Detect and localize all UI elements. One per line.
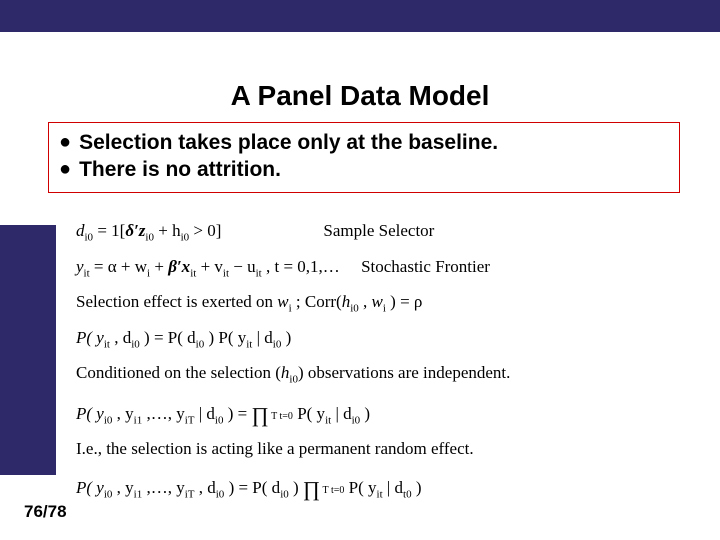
slide: A Panel Data Model ● Selection takes pla… xyxy=(0,0,720,540)
bullet-text-2: There is no attrition. xyxy=(79,156,281,183)
eq-conditioned-text: Conditioned on the selection (hi0) obser… xyxy=(76,359,686,389)
slide-title: A Panel Data Model xyxy=(0,80,720,112)
eq-product-2: P( yi0 , yi1 ,…, yiT , di0 ) = P( di0 ) … xyxy=(76,469,686,504)
eq-ie-text: I.e., the selection is acting like a per… xyxy=(76,435,686,463)
eq-joint-prob: P( yit , di0 ) = P( di0 ) P( yit | di0 ) xyxy=(76,324,686,354)
highlight-box: ● Selection takes place only at the base… xyxy=(48,122,680,193)
bullet-dot-icon: ● xyxy=(59,156,71,183)
label-sample-selector: Sample Selector xyxy=(323,221,434,240)
bullet-item-2: ● There is no attrition. xyxy=(59,156,669,183)
bullet-item-1: ● Selection takes place only at the base… xyxy=(59,129,669,156)
label-stochastic-frontier: Stochastic Frontier xyxy=(361,257,490,276)
page-number: 76/78 xyxy=(24,502,67,522)
product-icon: ∏ xyxy=(251,403,268,427)
eq-product-1: P( yi0 , yi1 ,…, yiT | di0 ) = ∏ T t=0 P… xyxy=(76,395,686,430)
top-accent-bar xyxy=(0,0,720,32)
product-icon: ∏ xyxy=(303,477,320,501)
left-accent-bar xyxy=(0,225,56,475)
eq-stochastic-frontier: yit = α + wi + β′xit + vit − uit , t = 0… xyxy=(76,253,686,283)
bullet-dot-icon: ● xyxy=(59,129,71,156)
eq-selection-effect: Selection effect is exerted on wi ; Corr… xyxy=(76,288,686,318)
math-block: di0 = 1[δ′zi0 + hi0 > 0] Sample Selector… xyxy=(76,217,686,510)
eq-sample-selector: di0 = 1[δ′zi0 + hi0 > 0] Sample Selector xyxy=(76,217,686,247)
bullet-text-1: Selection takes place only at the baseli… xyxy=(79,129,498,156)
